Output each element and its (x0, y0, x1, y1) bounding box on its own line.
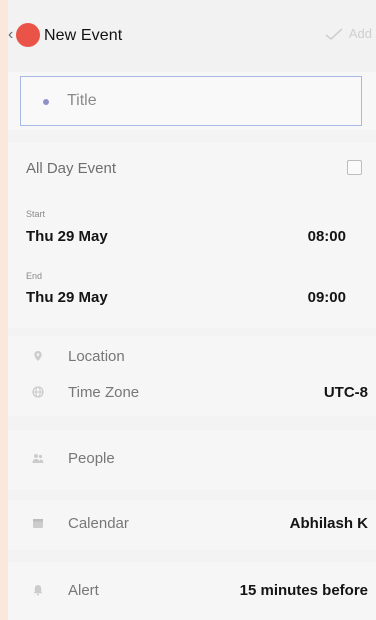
location-label: Location (68, 348, 125, 365)
datetime-card: All Day Event Start Thu 29 May 08:00 End… (8, 142, 376, 328)
calendar-card[interactable]: Calendar Abhilash K (8, 500, 376, 550)
time-zone-value: UTC-8 (323, 384, 368, 401)
start-time[interactable]: 08:00 (308, 228, 346, 245)
app-screen: ‹ New Event Add Title All Day Event Star… (8, 0, 376, 620)
alert-label: Alert (68, 582, 99, 599)
location-card: Location Time Zone UTC-8 (8, 336, 376, 416)
header-bar: ‹ New Event Add (8, 0, 376, 72)
end-time[interactable]: 09:00 (308, 289, 346, 306)
add-button[interactable]: Add (325, 26, 372, 41)
title-card: Title (8, 72, 376, 130)
people-label: People (68, 450, 115, 467)
alert-value: 15 minutes before (239, 582, 368, 599)
check-icon (325, 27, 343, 40)
title-input[interactable]: Title (20, 76, 362, 126)
add-button-label: Add (348, 26, 372, 41)
title-placeholder: Title (67, 92, 97, 109)
location-pin-icon (34, 351, 42, 361)
alert-card[interactable]: Alert 15 minutes before (8, 562, 376, 620)
back-chevron-icon[interactable]: ‹ (8, 26, 13, 44)
page-title: New Event (44, 27, 123, 44)
all-day-checkbox[interactable] (347, 160, 362, 175)
time-zone-label: Time Zone (68, 384, 140, 401)
calendar-value: Abhilash K (289, 515, 368, 532)
start-date[interactable]: Thu 29 May (26, 228, 108, 245)
bell-icon (33, 585, 43, 596)
calendar-label: Calendar (68, 515, 129, 532)
record-dot-icon (16, 23, 40, 47)
people-card[interactable]: People (8, 430, 376, 490)
end-date[interactable]: Thu 29 May (26, 289, 108, 306)
globe-icon (32, 386, 44, 398)
start-label: Start (26, 209, 46, 219)
all-day-label: All Day Event (26, 160, 117, 177)
calendar-icon (33, 519, 43, 528)
color-dot-icon[interactable] (43, 99, 49, 105)
people-icon (32, 454, 44, 463)
end-label: End (26, 271, 43, 281)
